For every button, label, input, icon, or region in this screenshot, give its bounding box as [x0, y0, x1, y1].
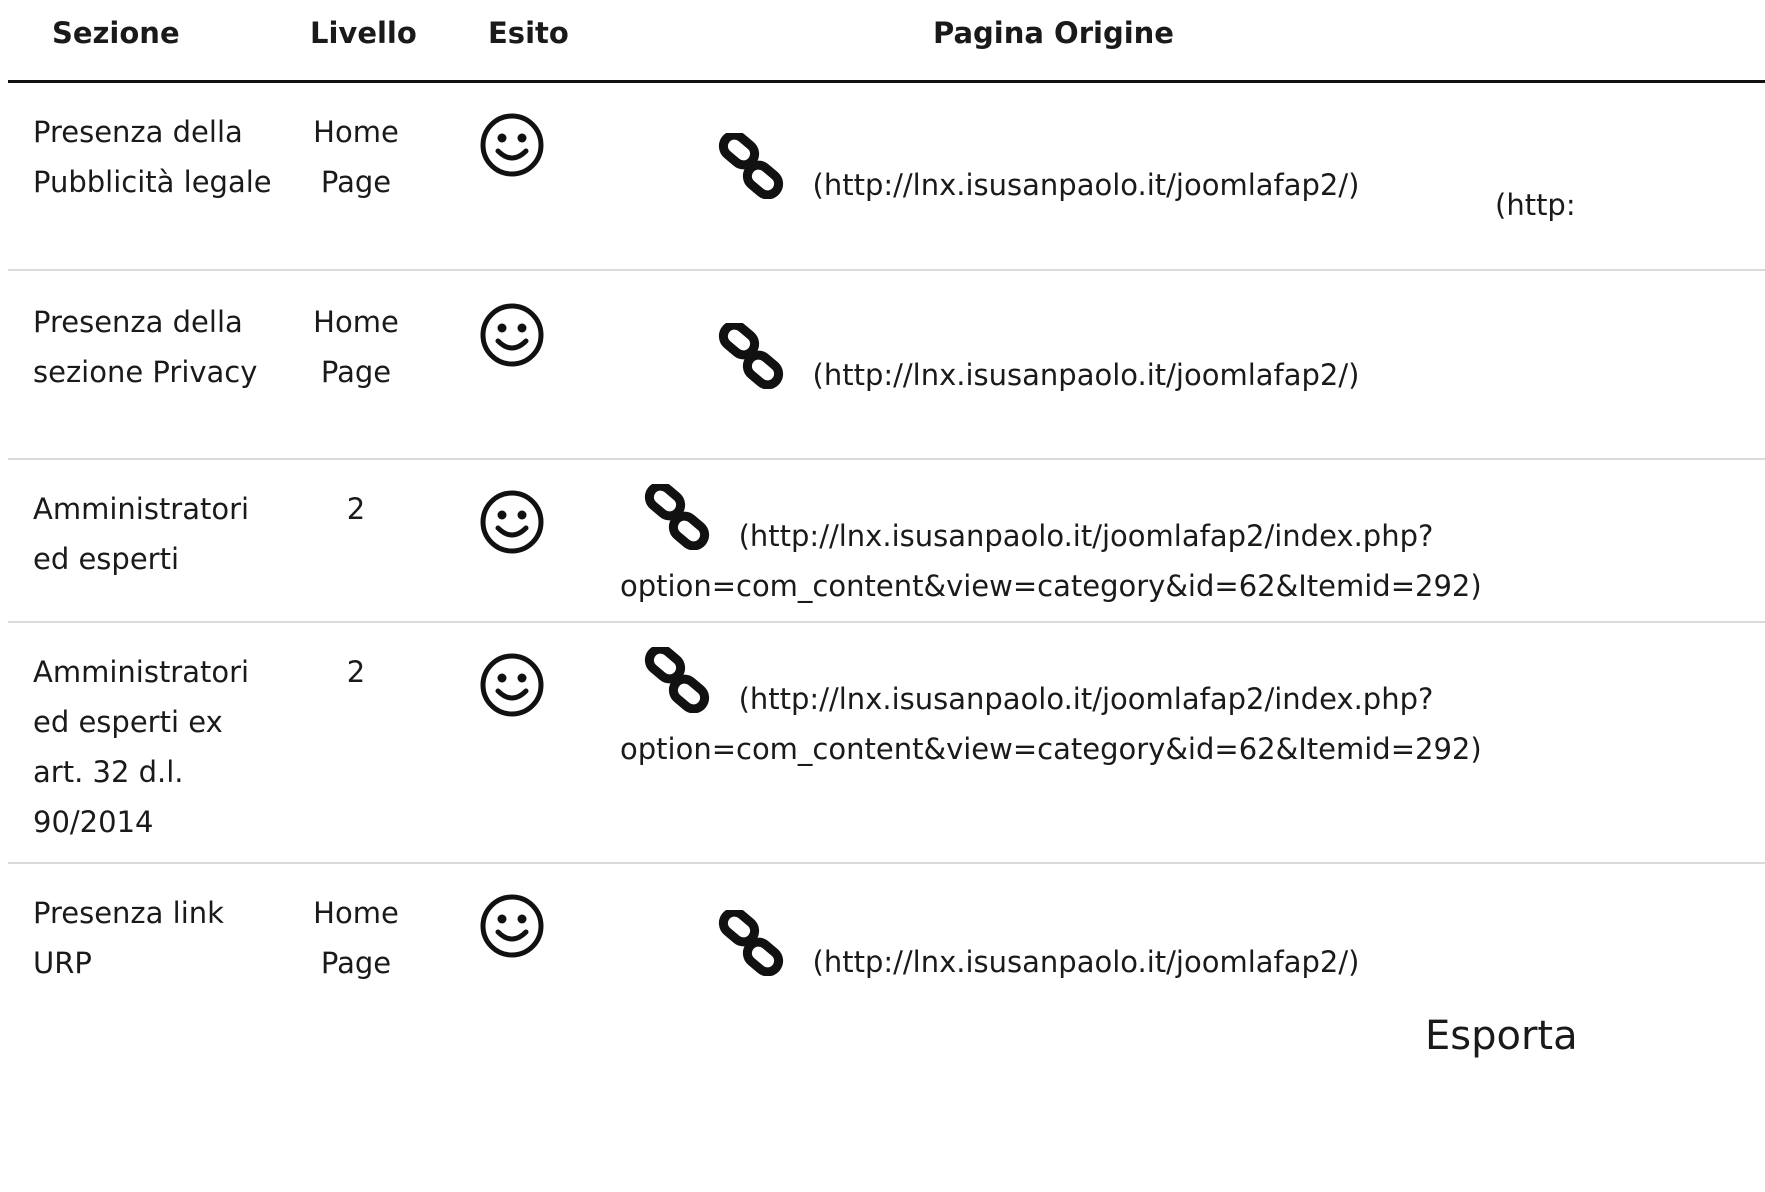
chain-link-icon[interactable] [717, 133, 785, 199]
smiley-icon [478, 488, 546, 556]
origin-page-link[interactable]: (http://lnx.isusanpaolo.it/joomlafap2/) [813, 168, 1360, 202]
chain-link-icon[interactable] [643, 647, 711, 713]
pagina-origine-cell: (http://lnx.isusanpaolo.it/joomlafap2/in… [620, 647, 1482, 774]
origin-page-link[interactable]: (http://lnx.isusanpaolo.it/joomlafap2/in… [620, 519, 1482, 603]
pagina-origine-cell: (http://lnx.isusanpaolo.it/joomlafap2/) [620, 323, 1456, 400]
sezione-cell: Amministratori ed esperti [33, 492, 250, 576]
smiley-icon [478, 111, 546, 179]
sezione-cell: Presenza della sezione Privacy [33, 305, 258, 389]
livello-cell: Home Page [313, 305, 399, 389]
sezione-cell: Amministratori ed esperti ex art. 32 d.l… [33, 655, 250, 839]
sezione-cell: Presenza della Pubblicità legale [33, 115, 272, 199]
header-sezione: Sezione [52, 16, 180, 50]
table-row: Presenza link URP Home Page (http://lnx.… [8, 864, 1765, 1014]
header-livello: Livello [310, 16, 417, 50]
header-pagina-origine: Pagina Origine [933, 16, 1174, 50]
livello-cell: Home Page [313, 896, 399, 980]
origin-page-link[interactable]: (http://lnx.isusanpaolo.it/joomlafap2/) [813, 945, 1360, 979]
pagina-origine-cell: (http://lnx.isusanpaolo.it/joomlafap2/) [620, 910, 1456, 987]
table-row: Presenza della Pubblicità legale Home Pa… [8, 83, 1765, 271]
header-esito: Esito [488, 16, 569, 50]
livello-cell: 2 [346, 492, 366, 526]
smiley-icon [478, 301, 546, 369]
origin-page-link[interactable]: (http://lnx.isusanpaolo.it/joomlafap2/in… [620, 682, 1482, 766]
smiley-icon [478, 651, 546, 719]
table-header: Sezione Livello Esito Pagina Origine [8, 0, 1765, 83]
livello-cell: 2 [346, 655, 366, 689]
smiley-icon [478, 892, 546, 960]
sezione-cell: Presenza link URP [33, 896, 224, 980]
table-row: Presenza della sezione Privacy Home Page… [8, 271, 1765, 460]
export-button[interactable]: Esporta [1425, 1008, 1578, 1064]
results-table: Sezione Livello Esito Pagina Origine Pre… [8, 0, 1765, 1014]
table-row: Amministratori ed esperti 2 (http://lnx.… [8, 460, 1765, 623]
pagina-origine-cell: (http://lnx.isusanpaolo.it/joomlafap2/in… [620, 484, 1482, 611]
chain-link-icon[interactable] [717, 323, 785, 389]
chain-link-icon[interactable] [717, 910, 785, 976]
truncated-column-text: (http: [1495, 188, 1576, 222]
pagina-origine-cell: (http://lnx.isusanpaolo.it/joomlafap2/) [620, 133, 1456, 210]
table-row: Amministratori ed esperti ex art. 32 d.l… [8, 623, 1765, 864]
livello-cell: Home Page [313, 115, 399, 199]
origin-page-link[interactable]: (http://lnx.isusanpaolo.it/joomlafap2/) [813, 358, 1360, 392]
chain-link-icon[interactable] [643, 484, 711, 550]
